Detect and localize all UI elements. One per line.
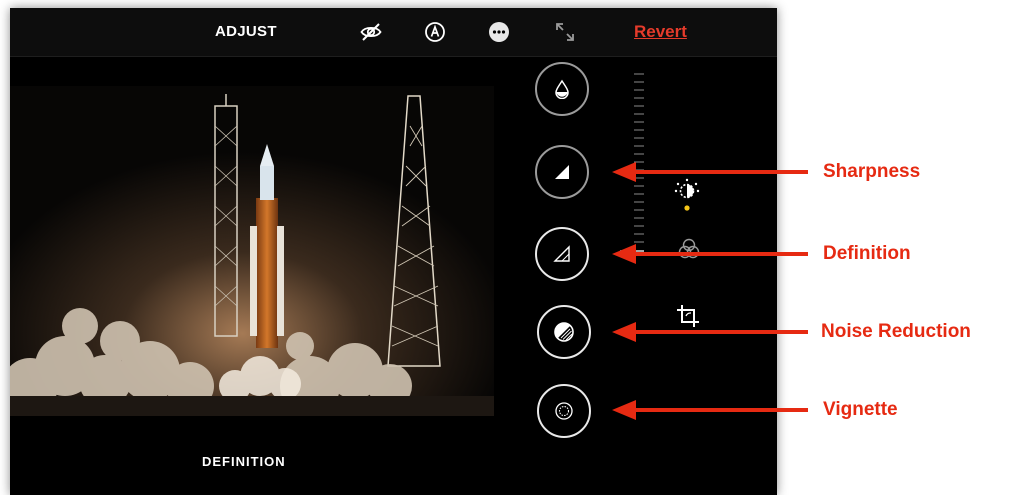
filters-icon[interactable] [678,238,700,260]
brilliance-tool-button[interactable] [535,62,589,116]
vignette-icon [555,402,573,420]
definition-tool-button[interactable] [535,227,589,281]
mode-title: ADJUST [215,23,277,40]
top-toolbar: ADJUST Revert [10,8,777,57]
sharpness-tool-button[interactable] [535,145,589,199]
active-indicator-dot [684,205,690,211]
definition-triangle-icon [553,245,570,262]
markup-icon[interactable] [424,21,446,43]
drop-icon [555,79,569,99]
adjust-icon[interactable] [674,178,700,214]
sharpness-triangle-icon [555,165,569,179]
vignette-tool-button[interactable] [537,384,591,438]
noise-reduction-icon [554,322,574,342]
expand-icon[interactable] [554,21,576,43]
photo-preview[interactable] [10,86,494,416]
noise-reduction-tool-button[interactable] [537,305,591,359]
eye-off-icon[interactable] [360,21,382,43]
revert-button[interactable]: Revert [634,22,687,42]
selected-tool-label: DEFINITION [202,454,286,469]
crop-icon[interactable] [675,303,701,329]
annotation-sharpness: Sharpness [823,161,921,182]
annotation-vignette: Vignette [823,399,898,420]
photo-editor-panel: ADJUST Revert DEFINITION [10,8,777,495]
annotation-definition: Definition [823,243,911,264]
more-icon[interactable] [488,21,510,43]
adjustment-slider[interactable] [620,70,644,260]
annotation-noise-reduction: Noise Reduction [821,321,971,342]
